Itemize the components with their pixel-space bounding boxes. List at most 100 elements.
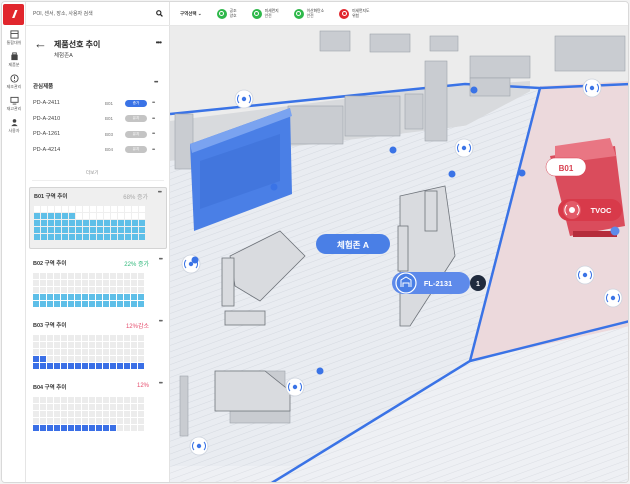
trend-cell xyxy=(104,220,110,226)
trend-cell xyxy=(47,404,53,410)
trend-cell xyxy=(110,273,116,279)
rail-item-monitor[interactable]: 재고관리 xyxy=(2,96,26,112)
product-zone: B01 xyxy=(105,116,114,121)
trend-cell xyxy=(124,287,130,293)
trend-cell xyxy=(111,220,117,226)
more-options-icon[interactable]: ••• xyxy=(156,38,162,47)
trend-cell xyxy=(103,301,109,307)
more-options-icon[interactable]: ••• xyxy=(154,80,158,86)
rail-label: 제조관리 xyxy=(6,84,22,89)
status-value: 위험 xyxy=(352,13,360,18)
trend-cell xyxy=(118,234,124,240)
b01-label[interactable]: B01 xyxy=(559,164,574,173)
more-options-icon[interactable]: ••• xyxy=(158,190,162,196)
zone-trend-card[interactable]: B01 구역 추이 68% 증가 ••• xyxy=(29,187,167,249)
trend-cell xyxy=(68,280,74,286)
trend-cell xyxy=(125,213,131,219)
trend-cell xyxy=(68,342,74,348)
trend-cell xyxy=(96,335,102,341)
trend-cell xyxy=(89,397,95,403)
trend-cell xyxy=(131,356,137,362)
zone-trend-card[interactable]: B02 구역 추이 22% 증가 ••• xyxy=(29,255,167,317)
store-map[interactable]: 체험존 A B01 TVOC FL-2131 1 xyxy=(169,26,629,483)
trend-cell xyxy=(82,280,88,286)
more-options-icon[interactable]: ••• xyxy=(152,131,155,137)
trend-cell xyxy=(131,418,137,424)
trend-cell xyxy=(96,287,102,293)
search-icon[interactable] xyxy=(156,10,163,17)
trend-cell xyxy=(110,411,116,417)
status-item[interactable]: 이산화탄소 안전 xyxy=(293,8,324,19)
more-options-icon[interactable]: ••• xyxy=(152,147,155,153)
trend-cell xyxy=(75,411,81,417)
rail-item-alerts[interactable]: 제조관리 xyxy=(2,74,26,90)
zone-trend-card[interactable]: B03 구역 추이 12%감소 ••• xyxy=(29,317,167,379)
trend-cell xyxy=(68,273,74,279)
trend-cell xyxy=(97,220,103,226)
trend-cell xyxy=(89,349,95,355)
trend-cell xyxy=(54,418,60,424)
trend-cell xyxy=(117,287,123,293)
status-item[interactable]: 공조 양호 xyxy=(216,8,237,19)
more-options-icon[interactable]: ••• xyxy=(152,100,155,106)
trend-cell xyxy=(96,404,102,410)
product-row[interactable]: PD-A-1261 B03 유지 ••• xyxy=(33,127,163,141)
status-item[interactable]: 미세먼지 안전 xyxy=(251,8,279,19)
trend-cell xyxy=(117,273,123,279)
product-row[interactable]: PD-A-4214 B04 유지 ••• xyxy=(33,143,163,157)
trend-cell xyxy=(40,335,46,341)
more-options-icon[interactable]: ••• xyxy=(159,381,163,387)
map-canvas[interactable]: 체험존 A B01 TVOC FL-2131 1 xyxy=(169,26,629,483)
zone-select[interactable]: 구역선택 ⌄ xyxy=(180,11,202,17)
trend-cell xyxy=(138,404,144,410)
trend-cell xyxy=(40,397,46,403)
trend-cell xyxy=(96,349,102,355)
zone-select-label: 구역선택 xyxy=(180,10,197,16)
rail-label: 사용자 xyxy=(8,128,20,133)
trend-cell xyxy=(83,227,89,233)
rail-item-dashboard[interactable]: 통합대쉬 xyxy=(2,30,26,46)
trend-cell xyxy=(103,342,109,348)
trend-cell xyxy=(48,213,54,219)
trend-cell xyxy=(34,206,40,212)
trend-cell xyxy=(117,301,123,307)
trend-cell xyxy=(47,425,53,431)
trend-cell xyxy=(33,425,39,431)
trend-cell xyxy=(110,342,116,348)
status-item[interactable]: 미세먼지도 위험 xyxy=(339,8,370,19)
more-options-icon[interactable]: ••• xyxy=(152,116,155,122)
trend-cell xyxy=(47,411,53,417)
trend-cell xyxy=(90,213,96,219)
trend-cell xyxy=(68,404,74,410)
search-bar[interactable]: POI, 센서, 장소, 사용자 검색 xyxy=(26,2,170,26)
trend-cell xyxy=(89,411,95,417)
trend-cell xyxy=(68,287,74,293)
trend-cell xyxy=(34,220,40,226)
product-row[interactable]: PD-A-2411 B01 증가 ••• xyxy=(33,96,163,110)
trend-cell xyxy=(61,335,67,341)
zone-trend-title: B02 구역 추이 xyxy=(33,261,67,267)
status-value: 안전 xyxy=(306,13,314,18)
rail-item-users[interactable]: 사용자 xyxy=(2,118,26,134)
search-input[interactable]: POI, 센서, 장소, 사용자 검색 xyxy=(33,10,156,17)
arrow-left-icon[interactable]: ← xyxy=(34,37,47,50)
trend-cell xyxy=(61,301,67,307)
rail-item-products[interactable]: 제품분 xyxy=(2,52,26,68)
status-text: 미세먼지 안전 xyxy=(265,9,279,18)
more-options-icon[interactable]: ••• xyxy=(159,319,163,325)
product-row[interactable]: PD-A-2410 B01 유지 ••• xyxy=(33,112,163,126)
trend-cell xyxy=(54,411,60,417)
trend-cell xyxy=(117,363,123,369)
trend-cell xyxy=(54,425,60,431)
trend-cell xyxy=(124,301,130,307)
zone-label[interactable]: 체험존 A xyxy=(337,240,369,250)
brand-logo[interactable]: // xyxy=(3,4,24,25)
more-link[interactable]: 더보기 xyxy=(86,170,98,176)
trend-cell xyxy=(110,356,116,362)
trend-cell xyxy=(89,342,95,348)
zone-trend-card[interactable]: B04 구역 추이 12% ••• xyxy=(29,379,167,441)
trend-cell xyxy=(124,363,130,369)
more-options-icon[interactable]: ••• xyxy=(159,257,163,263)
trend-cell xyxy=(89,363,95,369)
trend-cell xyxy=(118,206,124,212)
